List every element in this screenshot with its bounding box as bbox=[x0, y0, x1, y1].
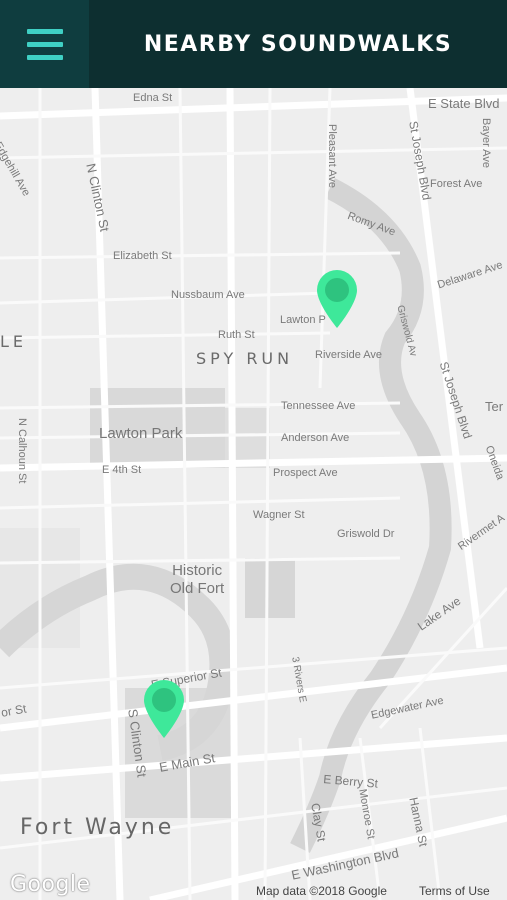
street-label: Nussbaum Ave bbox=[171, 289, 245, 301]
street-label: Riverside Ave bbox=[315, 349, 383, 361]
map-background bbox=[0, 88, 507, 900]
street-label: N Calhoun St bbox=[16, 418, 28, 484]
street-label: Anderson Ave bbox=[281, 432, 350, 444]
street-label: E 4th St bbox=[102, 464, 142, 476]
soundwalk-pin[interactable] bbox=[313, 268, 361, 330]
terms-of-use-link[interactable]: Terms of Use bbox=[419, 884, 490, 898]
area-label: Lawton Park bbox=[99, 425, 183, 442]
app-header: NEARBY SOUNDWALKS bbox=[0, 0, 507, 88]
street-label: Bayer Ave bbox=[480, 118, 492, 168]
street-label: Prospect Ave bbox=[273, 467, 338, 479]
google-logo: Google bbox=[10, 872, 91, 897]
area-label: SPY RUN bbox=[196, 349, 294, 368]
street-label: Ter bbox=[485, 399, 504, 414]
map-data-attribution: Map data ©2018 Google bbox=[256, 884, 387, 898]
menu-icon-bar bbox=[26, 28, 63, 34]
soundwalk-pin[interactable] bbox=[140, 678, 188, 740]
street-label: Griswold Dr bbox=[337, 528, 395, 540]
street-label: Elizabeth St bbox=[113, 250, 172, 262]
street-label: Tennessee Ave bbox=[281, 400, 356, 412]
street-label: Forest Ave bbox=[430, 178, 483, 190]
menu-icon-bar bbox=[26, 54, 63, 60]
street-label: Wagner St bbox=[253, 509, 305, 521]
menu-icon-bar bbox=[26, 41, 63, 47]
street-label: Ruth St bbox=[218, 329, 255, 341]
street-label: Pleasant Ave bbox=[326, 124, 338, 189]
area-label: Fort Wayne bbox=[20, 815, 175, 840]
map-pin-icon bbox=[144, 680, 184, 738]
hamburger-menu-button[interactable] bbox=[0, 0, 89, 88]
area-label: Historic Old Fort bbox=[170, 562, 225, 597]
street-label: Edna St bbox=[133, 92, 173, 104]
street-label: E State Blvd bbox=[428, 96, 500, 111]
map-view[interactable]: Edna St E State Blvd Edgehill Ave Pleasa… bbox=[0, 88, 507, 900]
area-label: LE bbox=[0, 332, 28, 351]
page-title: NEARBY SOUNDWALKS bbox=[143, 31, 453, 57]
map-pin-icon bbox=[317, 270, 357, 328]
